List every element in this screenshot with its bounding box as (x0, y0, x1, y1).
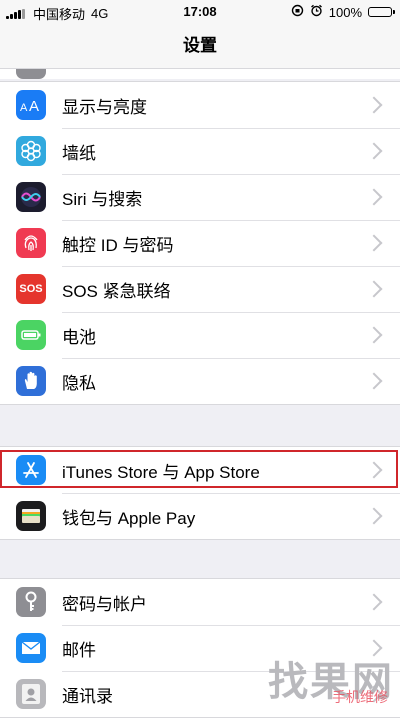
svg-text:A: A (29, 98, 39, 115)
key-icon (16, 587, 46, 617)
battery-percent: 100% (328, 4, 362, 20)
settings-item-label: 隐私 (62, 373, 96, 393)
wallpaper-icon (16, 136, 46, 166)
chevron-right-icon (365, 96, 383, 114)
alarm-icon (310, 4, 323, 20)
chevron-right-icon (365, 593, 383, 611)
svg-text:A: A (20, 102, 28, 114)
settings-item-sos[interactable]: SOS SOS 紧急联络 (0, 266, 400, 312)
settings-item-label: 钱包与 Apple Pay (62, 508, 196, 528)
sos-icon-text: SOS (19, 283, 43, 295)
chevron-right-icon (365, 142, 383, 160)
settings-item-siri[interactable]: Siri 与搜索 (0, 174, 400, 220)
settings-item-label: Siri 与搜索 (62, 189, 143, 209)
chevron-right-icon (365, 461, 383, 479)
settings-item-battery[interactable]: 电池 (0, 312, 400, 358)
settings-item-label: 墙纸 (62, 143, 96, 163)
mail-icon (16, 633, 46, 663)
settings-item-app-store[interactable]: iTunes Store 与 App Store (0, 447, 400, 493)
fingerprint-icon (16, 228, 46, 258)
page-title: 设置 (0, 24, 400, 69)
app-store-icon (16, 455, 46, 485)
settings-item-wallet[interactable]: 钱包与 Apple Pay (0, 493, 400, 539)
settings-item-label: iTunes Store 与 App Store (62, 462, 260, 482)
chevron-right-icon (365, 326, 383, 344)
display-brightness-icon: AA (16, 90, 46, 120)
battery-status-icon (368, 7, 395, 17)
settings-item-label: 显示与亮度 (62, 97, 147, 117)
settings-item-wallpaper[interactable]: 墙纸 (0, 128, 400, 174)
settings-group-2: iTunes Store 与 App Store 钱包与 Apple Pay (0, 446, 400, 540)
settings-item-touch-id[interactable]: 触控 ID 与密码 (0, 220, 400, 266)
settings-item-passwords-accounts[interactable]: 密码与帐户 (0, 579, 400, 625)
siri-icon (16, 182, 46, 212)
settings-item-label: 密码与帐户 (62, 594, 147, 614)
settings-item-privacy[interactable]: 隐私 (0, 358, 400, 404)
chevron-right-icon (365, 280, 383, 298)
settings-item-label: 电池 (62, 327, 96, 347)
settings-group-1: AA 显示与亮度 墙纸 Siri 与搜索 触控 ID 与密码 SOS SOS 紧… (0, 81, 400, 405)
watermark: 找果网 手机维修 (268, 649, 394, 707)
chevron-right-icon (365, 234, 383, 252)
chevron-right-icon (365, 188, 383, 206)
status-bar: 中国移动 4G 17:08 100% (0, 0, 400, 24)
watermark-sub: 手机维修 (332, 689, 388, 705)
wallet-icon (16, 501, 46, 531)
chevron-right-icon (365, 372, 383, 390)
settings-item-label: SOS 紧急联络 (62, 281, 171, 301)
orientation-lock-icon (291, 4, 304, 20)
sos-icon: SOS (16, 274, 46, 304)
settings-item-label: 触控 ID 与密码 (62, 235, 174, 255)
chevron-right-icon (365, 507, 383, 525)
settings-item-display[interactable]: AA 显示与亮度 (0, 82, 400, 128)
contacts-icon (16, 679, 46, 709)
battery-icon (16, 320, 46, 350)
hand-icon (16, 366, 46, 396)
general-icon (16, 69, 46, 79)
list-item-peek[interactable] (0, 69, 400, 79)
